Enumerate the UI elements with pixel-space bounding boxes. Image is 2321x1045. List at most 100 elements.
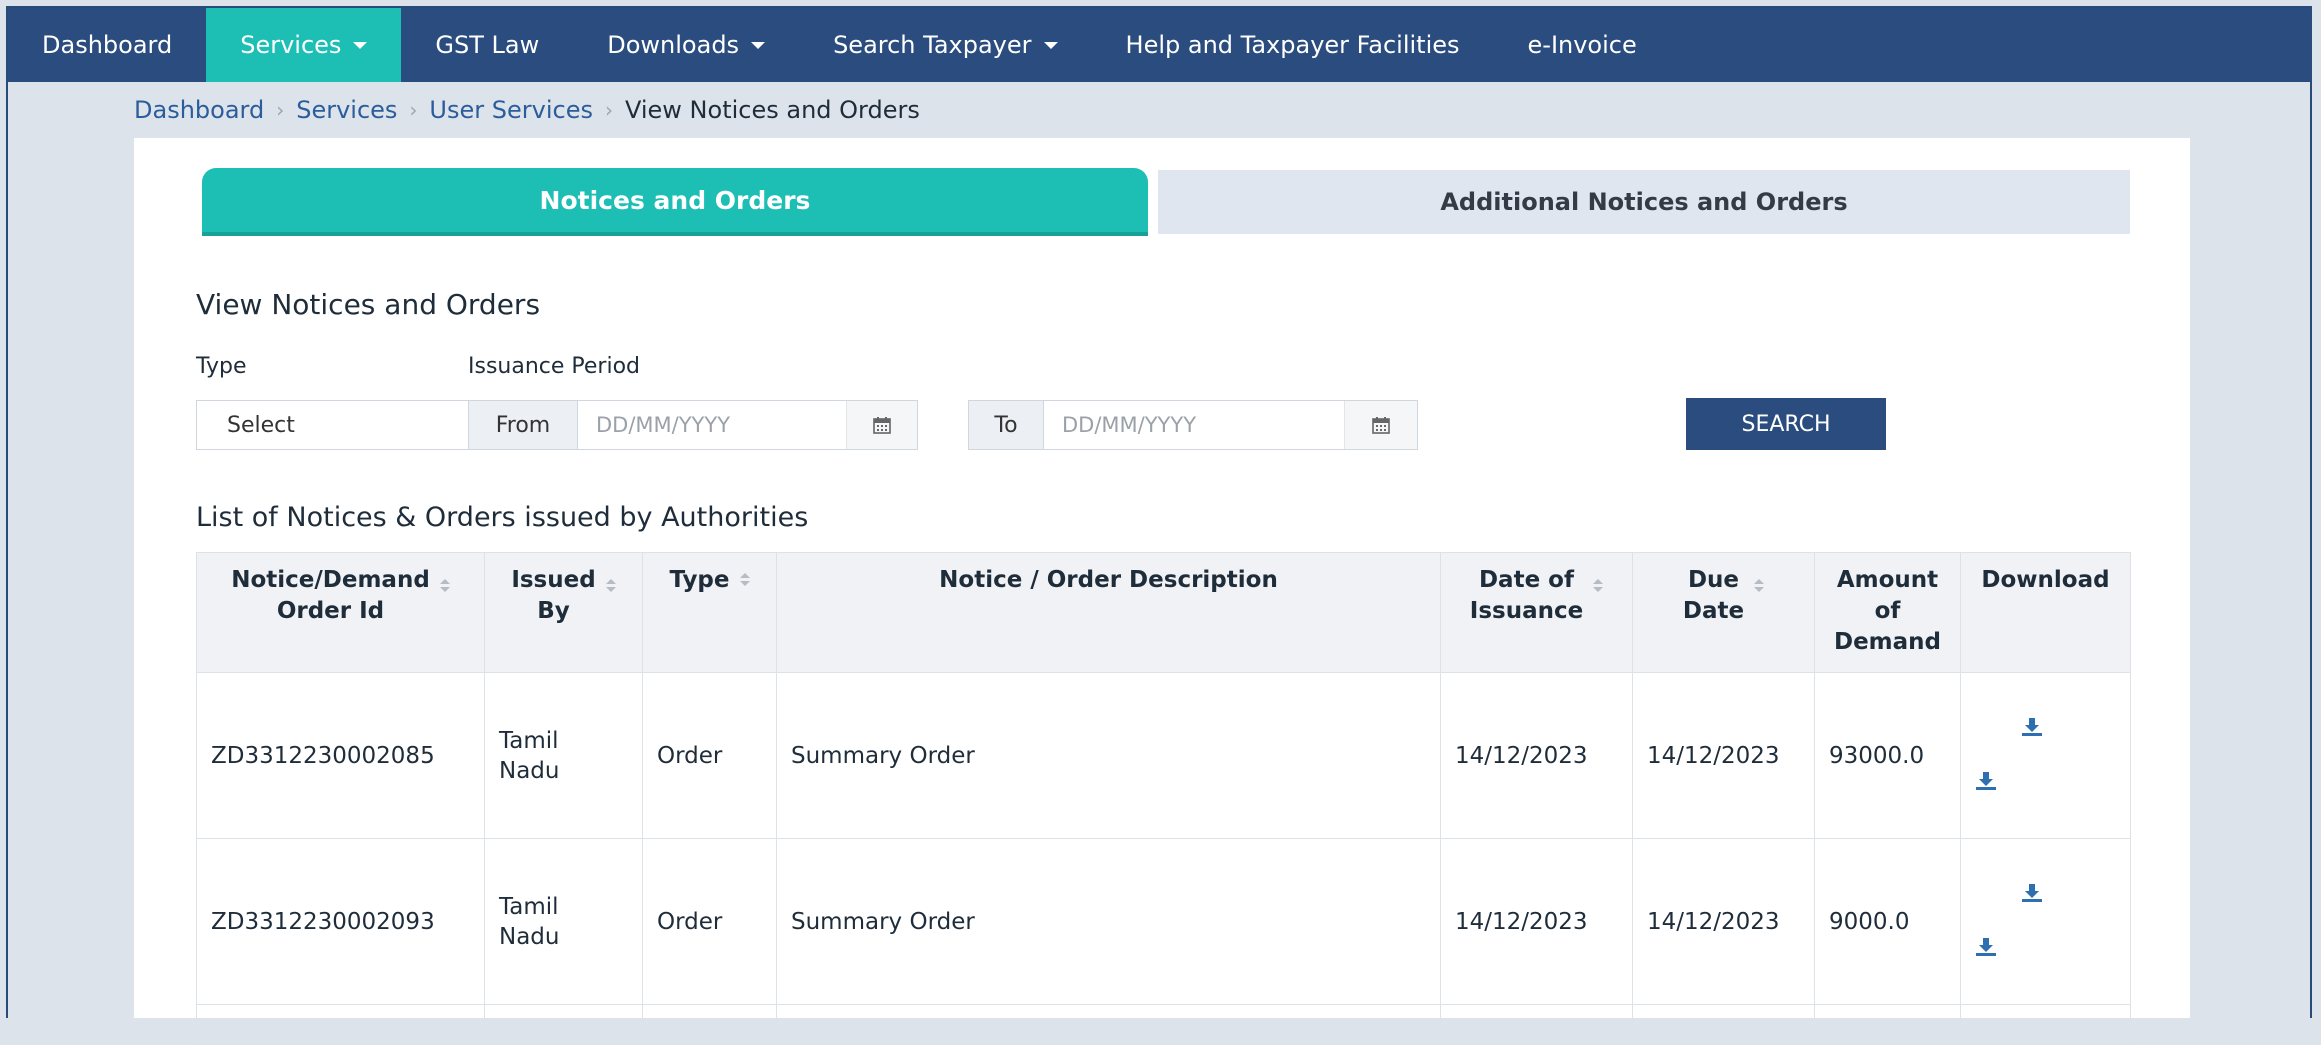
breadcrumb-current: View Notices and Orders [624, 96, 920, 124]
caret-down-icon [353, 41, 368, 49]
cell-empty [1960, 1004, 2131, 1045]
tab-additional-label: Additional Notices and Orders [1440, 188, 1848, 216]
top-nav: Dashboard Services GST Law Downloads Sea… [8, 8, 2310, 82]
cell-issued-by: Tamil Nadu [484, 838, 643, 1005]
breadcrumb-user-services[interactable]: User Services [429, 96, 593, 124]
calendar-icon [873, 417, 891, 434]
cell-amount: 93000.0 [1814, 672, 1961, 839]
cell-due-date: 14/12/2023 [1632, 838, 1815, 1005]
cell-empty [776, 1004, 1441, 1045]
header-text: Type [669, 567, 730, 593]
notices-table: Notice/Demand Order Id Issued By Type Noti… [196, 552, 2131, 1045]
header-text: Download [1981, 567, 2110, 593]
breadcrumb-services[interactable]: Services [296, 96, 397, 124]
nav-e-invoice[interactable]: e-Invoice [1494, 8, 1671, 82]
header-text: Order Id [276, 598, 385, 624]
tab-additional-notices-and-orders[interactable]: Additional Notices and Orders [1158, 170, 2130, 234]
nav-e-invoice-label: e-Invoice [1527, 31, 1637, 59]
header-text: By [537, 598, 570, 624]
nav-dashboard[interactable]: Dashboard [8, 8, 206, 82]
breadcrumb-separator: › [604, 98, 613, 122]
cell-empty [642, 1004, 777, 1045]
download-icon[interactable] [1975, 769, 1997, 799]
issuance-period-label: Issuance Period [468, 354, 641, 379]
download-icon[interactable] [1975, 935, 1997, 965]
breadcrumb-separator: › [409, 98, 418, 122]
cell-description: Summary Order [776, 838, 1441, 1005]
nav-search-taxpayer-label: Search Taxpayer [833, 31, 1032, 59]
nav-search-taxpayer[interactable]: Search Taxpayer [799, 8, 1091, 82]
tab-notices-and-orders-label: Notices and Orders [539, 185, 811, 215]
to-date-group: To [968, 400, 1418, 450]
table-row [196, 1004, 2131, 1045]
header-text: Date [1682, 598, 1745, 624]
header-text: Notice / Order Description [939, 567, 1278, 593]
header-due-date[interactable]: Due Date [1632, 552, 1815, 673]
table-row: ZD3312230002085 Tamil Nadu Order Summary … [196, 672, 2131, 839]
download-icon[interactable] [2021, 715, 2043, 745]
header-amount-of-demand: Amount of Demand [1814, 552, 1961, 673]
nav-dashboard-label: Dashboard [42, 31, 173, 59]
cell-amount: 9000.0 [1814, 838, 1961, 1005]
caret-down-icon [751, 41, 766, 49]
from-addon: From [469, 401, 578, 449]
from-date-input[interactable] [578, 401, 794, 449]
nav-downloads[interactable]: Downloads [573, 8, 799, 82]
type-label: Type [196, 354, 247, 379]
breadcrumb-dashboard[interactable]: Dashboard [134, 96, 264, 124]
header-type[interactable]: Type [642, 552, 777, 673]
table-header-row: Notice/Demand Order Id Issued By Type Noti… [196, 552, 2131, 673]
cell-download [1960, 838, 2131, 1005]
cell-due-date: 14/12/2023 [1632, 672, 1815, 839]
breadcrumb-separator: › [276, 98, 285, 122]
header-text: of [1874, 598, 1901, 624]
nav-gst-law[interactable]: GST Law [401, 8, 573, 82]
header-date-of-issuance[interactable]: Date of Issuance [1440, 552, 1633, 673]
nav-services[interactable]: Services [206, 8, 402, 82]
sort-icon [739, 573, 750, 586]
to-addon: To [969, 401, 1044, 449]
header-text: Demand [1833, 629, 1941, 655]
list-title: List of Notices & Orders issued by Autho… [196, 502, 809, 533]
cell-empty [1632, 1004, 1815, 1045]
issued-by-line: Nadu [499, 757, 560, 784]
issued-by-line: Nadu [499, 923, 560, 950]
to-date-input[interactable] [1044, 401, 1300, 449]
main-panel: Notices and Orders Additional Notices an… [134, 138, 2190, 1045]
header-text: Due [1687, 567, 1740, 593]
nav-gst-law-label: GST Law [435, 31, 540, 59]
header-issued-by[interactable]: Issued By [484, 552, 643, 673]
header-text: Amount [1836, 567, 1939, 593]
cell-issued-by: Tamil Nadu [484, 672, 643, 839]
sort-icon [439, 579, 450, 592]
cell-empty [196, 1004, 485, 1045]
cell-order-id: ZD3312230002085 [196, 672, 485, 839]
nav-downloads-label: Downloads [607, 31, 740, 59]
type-select-value: Select [227, 412, 295, 438]
calendar-icon [1372, 417, 1390, 434]
cell-empty [1440, 1004, 1633, 1045]
issued-by-line: Tamil [499, 727, 559, 754]
sort-icon [605, 579, 616, 592]
search-button[interactable]: SEARCH [1686, 398, 1886, 450]
tab-notices-and-orders[interactable]: Notices and Orders [202, 168, 1148, 236]
issued-by-line: Tamil [499, 893, 559, 920]
header-description: Notice / Order Description [776, 552, 1441, 673]
header-text: Issuance [1469, 598, 1584, 624]
header-download: Download [1960, 552, 2131, 673]
cell-empty [484, 1004, 643, 1045]
cell-date-of-issuance: 14/12/2023 [1440, 838, 1633, 1005]
sort-icon [1754, 579, 1765, 592]
from-date-group: From [468, 400, 918, 450]
cell-type: Order [642, 838, 777, 1005]
nav-help-taxpayer-facilities[interactable]: Help and Taxpayer Facilities [1092, 8, 1494, 82]
header-order-id[interactable]: Notice/Demand Order Id [196, 552, 485, 673]
cell-type: Order [642, 672, 777, 839]
to-calendar-button[interactable] [1344, 401, 1417, 449]
header-text: Notice/Demand [231, 567, 430, 593]
download-icon[interactable] [2021, 881, 2043, 911]
cell-download [1960, 672, 2131, 839]
cell-date-of-issuance: 14/12/2023 [1440, 672, 1633, 839]
sort-icon [1593, 579, 1604, 592]
from-calendar-button[interactable] [846, 401, 917, 449]
